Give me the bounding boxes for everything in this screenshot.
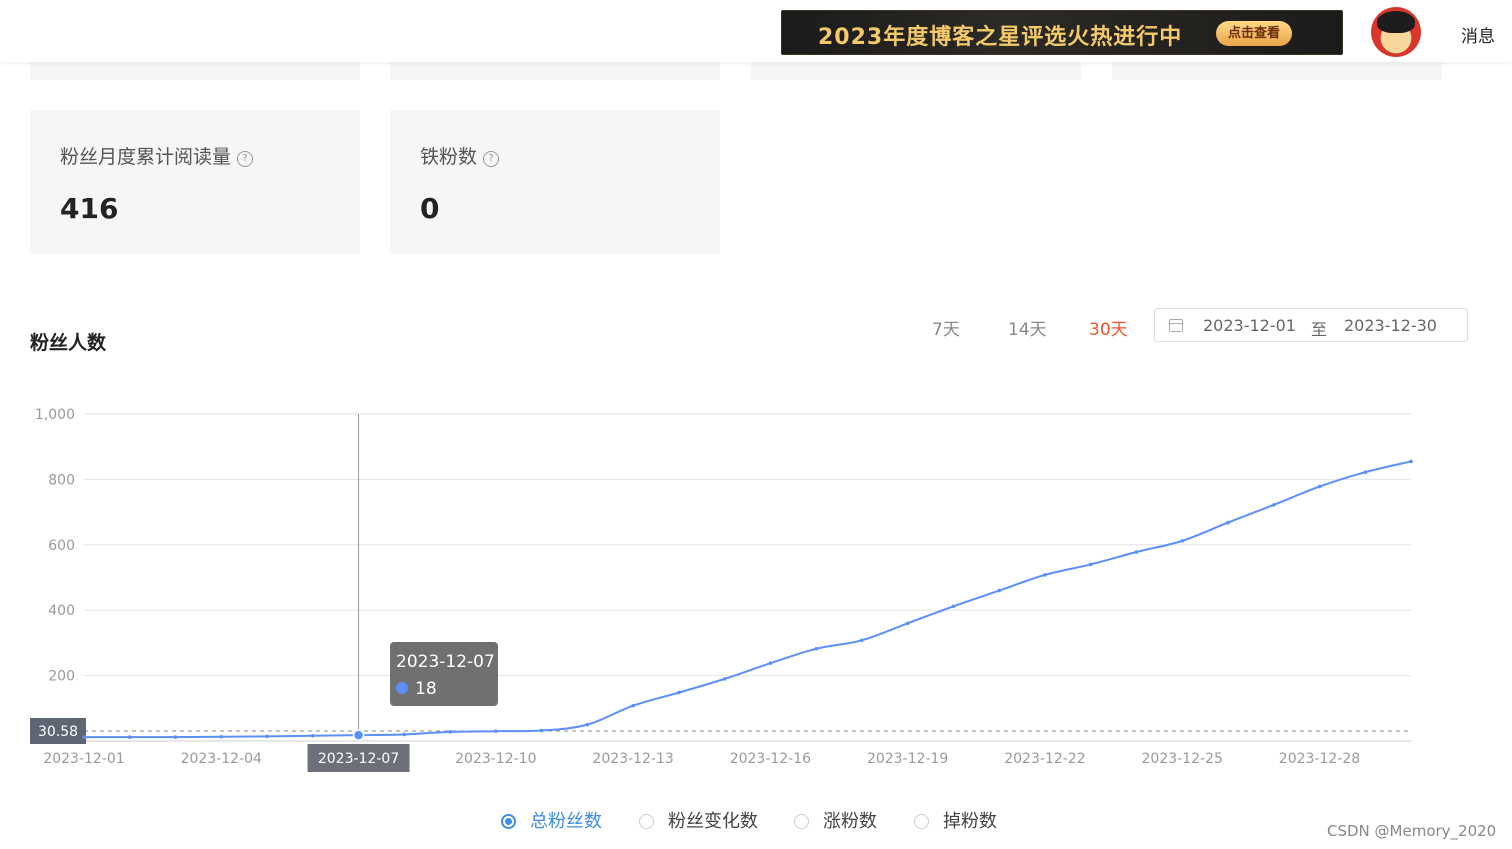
promo-banner[interactable]: 2023年度博客之星评选火热进行中 点击查看 [781,10,1343,55]
data-point [82,735,86,739]
data-point [127,735,132,739]
y-tick-label: 400 [48,603,75,619]
data-point [1226,520,1230,525]
legend-label: 掉粉数 [943,811,997,832]
radio-icon [914,814,929,829]
radio-icon [501,814,516,829]
data-point [585,722,590,727]
y-tick-label: 200 [48,669,75,685]
legend-label: 总粉丝数 [530,811,602,832]
data-point [265,734,269,739]
data-point [677,690,681,695]
banner-text: 2023年度博客之星评选火热进行中 [818,25,1183,50]
x-tick-label: 2023-12-13 [592,751,673,767]
fans-line-chart: 200 400 600 800 1,000 2023-12-01 2023-12-04 202… [30,407,1413,772]
legend-total-fans[interactable]: 总粉丝数 [501,807,602,833]
y-tick-label: 800 [48,472,75,488]
data-point [219,734,224,739]
data-point [1363,470,1368,475]
data-point [905,621,910,626]
tooltip-value: 18 [415,679,437,699]
avatar[interactable] [1371,7,1421,57]
data-point [768,661,773,665]
x-tick-label: 2023-12-22 [1004,751,1085,767]
average-label: 30.58 [38,724,78,740]
x-tick-label: 2023-12-19 [867,751,948,767]
data-point [1409,459,1413,464]
y-tick-label: 600 [48,538,75,554]
banner-button[interactable]: 点击查看 [1215,21,1292,46]
data-point [1088,562,1093,567]
radio-icon [639,814,654,829]
legend-fans-change[interactable]: 粉丝变化数 [639,807,758,833]
watermark: CSDN @Memory_2020 [1327,822,1497,840]
data-point [1271,503,1276,507]
avatar-hair [1377,11,1415,33]
x-tick-label: 2023-12-04 [181,751,262,767]
top-bar: 2023年度博客之星评选火热进行中 点击查看 消息 [0,0,1512,62]
data-point [1043,573,1047,577]
data-point [448,730,452,734]
data-point [1134,550,1139,554]
x-tick-label: 2023-12-01 [43,751,124,767]
messages-link[interactable]: 消息 [1461,22,1495,47]
x-tick-label: 2023-12-10 [455,751,536,767]
data-point [722,677,727,681]
data-point [1317,484,1322,489]
data-point [539,728,544,733]
legend-fans-gain[interactable]: 涨粉数 [794,807,877,833]
legend-label: 涨粉数 [823,811,877,832]
x-tick-label: 2023-12-28 [1279,751,1360,767]
data-point [173,735,178,739]
legend-fans-loss[interactable]: 掉粉数 [914,807,997,833]
data-point-highlighted [352,729,365,741]
data-point [310,733,315,738]
y-tick-label: 1,000 [35,407,75,423]
data-point [814,646,818,651]
tooltip-series-marker [396,682,408,694]
data-point [1180,539,1185,543]
radio-icon [794,814,809,829]
data-point [951,604,956,609]
data-point [402,732,407,737]
data-point [997,588,1001,593]
x-tick-label: 2023-12-16 [730,751,811,767]
data-point [860,638,864,643]
x-tick-label: 2023-12-25 [1142,751,1223,767]
data-point [494,729,498,733]
series-line-total-fans [84,460,1412,739]
data-point [631,703,635,708]
legend-label: 粉丝变化数 [668,811,758,832]
tooltip-date: 2023-12-07 [396,652,495,672]
x-tick-label: 2023-12-07 [318,751,399,767]
